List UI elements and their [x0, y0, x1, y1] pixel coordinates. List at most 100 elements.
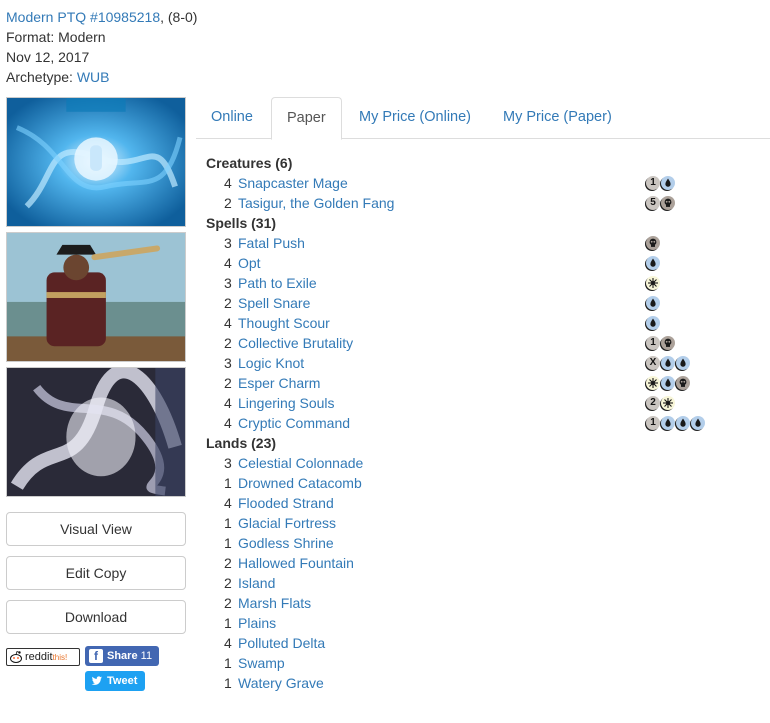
card-quantity: 4	[224, 315, 232, 331]
mana-cost	[646, 236, 660, 250]
deck-format: Format: Modern	[6, 29, 106, 45]
blue-mana-icon	[646, 256, 660, 270]
card-name-link[interactable]: Celestial Colonnade	[238, 453, 363, 473]
twitter-tweet-button[interactable]: Tweet	[85, 671, 145, 691]
card-name-link[interactable]: Fatal Push	[238, 233, 305, 253]
reddit-label: reddit	[25, 651, 53, 663]
mana-cost	[646, 256, 660, 270]
card-name-link[interactable]: Godless Shrine	[238, 533, 334, 553]
tab-paper[interactable]: Paper	[271, 97, 342, 140]
card-quantity: 4	[224, 415, 232, 431]
blue-mana-icon	[661, 176, 675, 190]
download-button[interactable]: Download	[6, 600, 186, 634]
blue-mana-icon	[646, 316, 660, 330]
section-title: Lands (23)	[206, 435, 277, 451]
card-name-link[interactable]: Snapcaster Mage	[238, 173, 348, 193]
reddit-share-button[interactable]: redditthis!	[6, 648, 80, 666]
price-tabs: Online Paper My Price (Online) My Price …	[196, 97, 770, 140]
card-row: 2 Tasigur, the Golden Fang 5	[206, 193, 766, 213]
card-name-link[interactable]: Polluted Delta	[238, 633, 325, 653]
card-name-link[interactable]: Plains	[238, 613, 276, 633]
card-quantity: 2	[224, 195, 232, 211]
card-name-link[interactable]: Path to Exile	[238, 273, 317, 293]
deck-title-line: Modern PTQ #10985218, (8-0)	[6, 7, 197, 27]
card-row: 4 Lingering Souls 2	[206, 393, 766, 413]
mana-cost: 2	[646, 396, 675, 410]
card-row: 4 Thought Scour	[206, 313, 766, 333]
mana-cost	[646, 316, 660, 330]
blue-mana-icon	[661, 356, 675, 370]
card-name-link[interactable]: Thought Scour	[238, 313, 330, 333]
event-link[interactable]: Modern PTQ #10985218	[6, 9, 160, 25]
blue-mana-icon	[661, 416, 675, 430]
tab-my-price-paper[interactable]: My Price (Paper)	[488, 97, 627, 139]
card-row: 3 Celestial Colonnade	[206, 453, 766, 473]
card-name-link[interactable]: Logic Knot	[238, 353, 304, 373]
card-name-link[interactable]: Marsh Flats	[238, 593, 311, 613]
featured-cards-column: Visual View Edit Copy Download redditthi…	[6, 97, 186, 694]
card-quantity: 1	[224, 515, 232, 531]
card-name-link[interactable]: Flooded Strand	[238, 493, 334, 513]
card-quantity: 3	[224, 455, 232, 471]
card-row: 1 Glacial Fortress	[206, 513, 766, 533]
card-name-link[interactable]: Opt	[238, 253, 261, 273]
card-row: 2 Hallowed Fountain	[206, 553, 766, 573]
facebook-share-button[interactable]: f Share 11	[85, 646, 159, 666]
black-mana-icon	[646, 236, 660, 250]
blue-mana-icon	[661, 376, 675, 390]
card-quantity: 4	[224, 255, 232, 271]
black-mana-icon	[676, 376, 690, 390]
card-row: 4 Cryptic Command 1	[206, 413, 766, 433]
mana-cost: X	[646, 356, 690, 370]
archetype-link[interactable]: WUB	[77, 69, 110, 85]
featured-card-art-1[interactable]	[6, 97, 186, 227]
card-name-link[interactable]: Cryptic Command	[238, 413, 350, 433]
card-name-link[interactable]: Collective Brutality	[238, 333, 353, 353]
tab-online[interactable]: Online	[196, 97, 268, 139]
generic-mana-icon: 2	[646, 396, 660, 410]
decklist-panel: Online Paper My Price (Online) My Price …	[196, 97, 770, 691]
card-quantity: 3	[224, 355, 232, 371]
card-quantity: 4	[224, 395, 232, 411]
card-row: 1 Swamp	[206, 653, 766, 673]
generic-mana-icon: 1	[646, 416, 660, 430]
tab-my-price-online[interactable]: My Price (Online)	[344, 97, 486, 139]
visual-view-button[interactable]: Visual View	[6, 512, 186, 546]
card-quantity: 4	[224, 175, 232, 191]
reddit-suffix: this!	[52, 653, 68, 662]
edit-copy-button[interactable]: Edit Copy	[6, 556, 186, 590]
card-name-link[interactable]: Glacial Fortress	[238, 513, 336, 533]
card-row: 4 Opt	[206, 253, 766, 273]
card-name-link[interactable]: Watery Grave	[238, 673, 324, 693]
card-name-link[interactable]: Lingering Souls	[238, 393, 335, 413]
card-row: 3 Fatal Push	[206, 233, 766, 253]
featured-card-art-3[interactable]	[6, 367, 186, 497]
facebook-icon: f	[89, 649, 103, 663]
white-mana-icon	[646, 276, 660, 290]
card-quantity: 1	[224, 655, 232, 671]
mana-cost	[646, 276, 660, 290]
card-row: 2 Collective Brutality 1	[206, 333, 766, 353]
twitter-bird-icon	[91, 676, 102, 685]
card-name-link[interactable]: Tasigur, the Golden Fang	[238, 193, 394, 213]
card-name-link[interactable]: Drowned Catacomb	[238, 473, 362, 493]
card-name-link[interactable]: Swamp	[238, 653, 285, 673]
generic-mana-icon: X	[646, 356, 660, 370]
blue-mana-icon	[691, 416, 705, 430]
card-name-link[interactable]: Spell Snare	[238, 293, 310, 313]
card-row: 2 Marsh Flats	[206, 593, 766, 613]
card-quantity: 1	[224, 615, 232, 631]
card-row: 2 Esper Charm	[206, 373, 766, 393]
card-name-link[interactable]: Esper Charm	[238, 373, 320, 393]
social-share-buttons: redditthis! f Share 11 Tweet	[6, 644, 186, 694]
card-row: 4 Flooded Strand	[206, 493, 766, 513]
featured-card-art-2[interactable]	[6, 232, 186, 362]
card-row: 2 Island	[206, 573, 766, 593]
generic-mana-icon: 1	[646, 176, 660, 190]
card-name-link[interactable]: Hallowed Fountain	[238, 553, 354, 573]
card-row: 1 Watery Grave	[206, 673, 766, 693]
card-name-link[interactable]: Island	[238, 573, 275, 593]
mana-cost: 1	[646, 336, 675, 350]
card-quantity: 3	[224, 235, 232, 251]
blue-mana-icon	[646, 296, 660, 310]
